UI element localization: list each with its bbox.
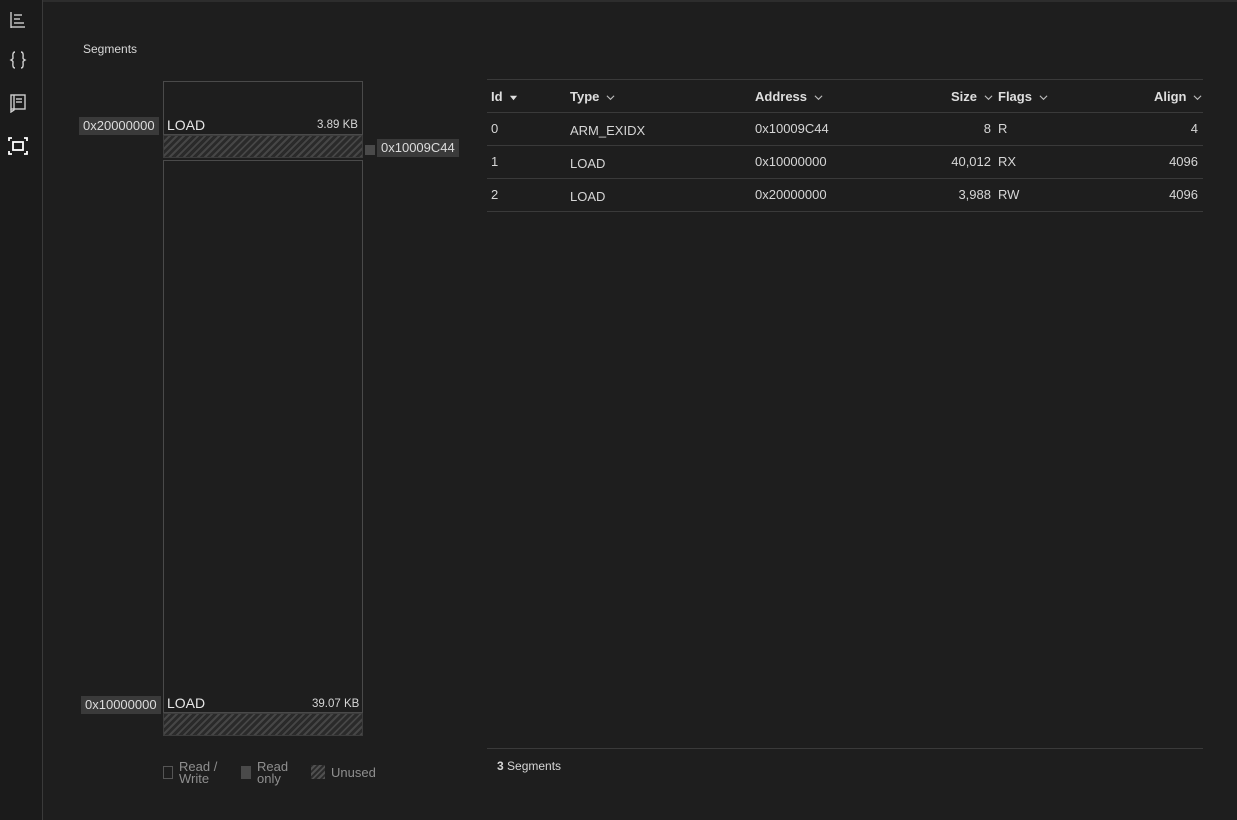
chevron-down-icon xyxy=(1193,95,1202,101)
segment-size-upper: 3.89 KB xyxy=(317,119,358,131)
column-header-size[interactable]: Size xyxy=(951,89,993,104)
table-row[interactable]: 0 ARM_EXIDX 0x10009C44 8 R 4 xyxy=(487,113,1203,146)
segment-count-label: Segments xyxy=(507,759,562,773)
cell-id: 1 xyxy=(491,154,499,169)
segment-address-upper: 0x20000000 xyxy=(79,117,159,135)
column-header-address[interactable]: Address xyxy=(755,89,823,104)
cell-align: 4 xyxy=(1190,121,1198,136)
read-only-swatch xyxy=(241,766,251,779)
column-label-type: Type xyxy=(570,89,600,104)
cell-size: 40,012 xyxy=(951,154,991,169)
column-header-id[interactable]: Id xyxy=(491,89,518,104)
sidebar xyxy=(0,0,43,820)
segment-block-lower[interactable] xyxy=(163,160,363,713)
align-left-icon[interactable] xyxy=(6,8,30,32)
chevron-down-icon xyxy=(1039,95,1048,101)
cell-address: 0x10000000 xyxy=(755,154,827,169)
book-icon[interactable] xyxy=(6,91,30,115)
cell-type: LOAD xyxy=(570,156,606,171)
cell-size: 3,988 xyxy=(958,187,991,202)
sort-desc-icon xyxy=(510,95,518,101)
chevron-down-icon xyxy=(814,95,823,101)
marker-address: 0x10009C44 xyxy=(377,139,459,157)
cell-address: 0x10009C44 xyxy=(755,121,829,136)
column-label-size: Size xyxy=(951,89,978,104)
cell-size: 8 xyxy=(983,121,991,136)
table-row[interactable]: 1 LOAD 0x10000000 40,012 RX 4096 xyxy=(487,146,1203,179)
footer-divider xyxy=(487,748,1203,749)
column-header-align[interactable]: Align xyxy=(1154,89,1202,104)
cell-align: 4096 xyxy=(1169,187,1198,202)
cell-flags: RW xyxy=(998,187,1020,202)
column-header-flags[interactable]: Flags xyxy=(998,89,1048,104)
column-label-flags: Flags xyxy=(998,89,1032,104)
segments-table: Id Type Address Size Flags Align 0 ARM_E… xyxy=(487,79,1203,212)
legend-read-only: Read only xyxy=(257,760,288,786)
unused-swatch xyxy=(311,765,325,779)
cell-align: 4096 xyxy=(1169,154,1198,169)
legend-read-write: Read / Write xyxy=(179,760,217,786)
legend-read-write-line2: Write xyxy=(179,771,210,786)
cell-id: 0 xyxy=(491,121,499,136)
panel-title: Segments xyxy=(83,42,138,56)
marker-square xyxy=(365,145,375,155)
legend-read-only-line2: only xyxy=(257,771,281,786)
segment-count: 3 Segments xyxy=(497,759,561,773)
chevron-down-icon xyxy=(606,95,615,101)
segment-name-upper: LOAD xyxy=(167,117,206,133)
top-border xyxy=(0,0,1237,2)
cell-flags: RX xyxy=(998,154,1017,169)
segment-address-lower: 0x10000000 xyxy=(81,696,161,714)
column-label-address: Address xyxy=(755,89,808,104)
braces-icon[interactable] xyxy=(6,48,30,72)
chevron-down-icon xyxy=(984,95,993,101)
cell-address: 0x20000000 xyxy=(755,187,827,202)
read-write-swatch xyxy=(163,766,173,779)
segments-icon[interactable] xyxy=(6,134,30,158)
column-label-align: Align xyxy=(1154,89,1187,104)
segment-size-lower: 39.07 KB xyxy=(312,698,360,710)
column-label-id: Id xyxy=(491,89,503,104)
segment-name-lower: LOAD xyxy=(167,695,206,711)
cell-type: LOAD xyxy=(570,189,606,204)
legend-unused: Unused xyxy=(331,765,376,780)
cell-flags: R xyxy=(998,121,1008,136)
column-header-type[interactable]: Type xyxy=(570,89,615,104)
cell-id: 2 xyxy=(491,187,499,202)
table-row[interactable]: 2 LOAD 0x20000000 3,988 RW 4096 xyxy=(487,179,1203,212)
segment-count-number: 3 xyxy=(497,759,504,773)
cell-type: ARM_EXIDX xyxy=(570,123,646,138)
unused-region-lower xyxy=(163,713,363,736)
unused-region-upper xyxy=(163,135,363,158)
table-header: Id Type Address Size Flags Align xyxy=(487,79,1203,113)
